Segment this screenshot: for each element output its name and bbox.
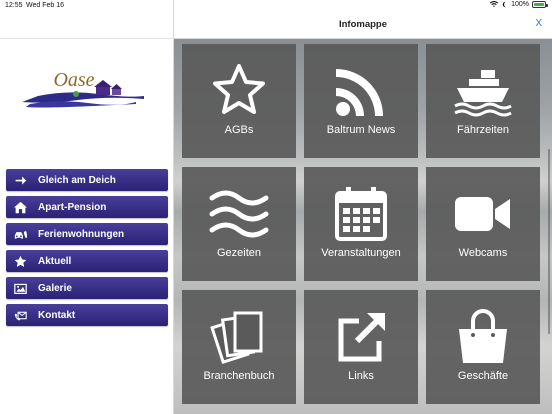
svg-text:Oase: Oase [53, 69, 94, 91]
status-time: 12:55 [5, 2, 23, 9]
ship-icon [454, 70, 512, 117]
shopping-bag-icon [459, 309, 507, 363]
rss-icon [336, 69, 383, 116]
sidebar-item-aktuell[interactable]: Aktuell [6, 250, 168, 272]
battery-fill [534, 3, 544, 6]
tile-label: Branchenbuch [203, 370, 275, 382]
envelope-phone-icon [6, 309, 34, 322]
sidebar-divider [0, 38, 174, 39]
sidebar-item-label: Apart-Pension [38, 201, 107, 213]
calendar-icon [335, 187, 387, 241]
home-icon [6, 201, 34, 214]
sidebar-item-label: Kontakt [38, 309, 76, 321]
tile-label: Webcams [458, 247, 508, 259]
moon-icon [502, 1, 506, 8]
tile-links[interactable]: Links [304, 290, 418, 404]
sidebar-item-ferienwohnungen[interactable]: Ferienwohnungen [6, 223, 168, 245]
tile-branchenbuch[interactable]: Branchenbuch [182, 290, 296, 404]
star-outline-icon [213, 64, 265, 114]
sidebar-item-label: Ferienwohnungen [38, 228, 125, 240]
wifi-icon [490, 1, 499, 7]
arrow-right-icon [6, 174, 34, 187]
scrollbar[interactable] [548, 149, 550, 334]
tile-faehrzeiten[interactable]: Fährzeiten [426, 44, 540, 158]
tile-label: AGBs [224, 124, 254, 136]
sidebar-item-label: Galerie [38, 282, 72, 294]
tile-webcams[interactable]: Webcams [426, 167, 540, 281]
tile-label: Links [348, 370, 374, 382]
page-title: Infomappe [338, 19, 388, 30]
tile-gezeiten[interactable]: Gezeiten [182, 167, 296, 281]
video-camera-icon [455, 197, 510, 231]
tile-geschaefte[interactable]: Geschäfte [426, 290, 540, 404]
tile-label: Fährzeiten [457, 124, 509, 136]
waves-icon [209, 190, 269, 238]
battery-icon [532, 1, 548, 8]
battery-percent: 100% [511, 1, 529, 8]
close-button[interactable]: X [535, 18, 542, 29]
tile-grid: AGBs Baltrum News Fährzeiten Gezeiten Ve… [174, 39, 552, 414]
tile-label: Geschäfte [457, 370, 509, 382]
star-icon [6, 255, 34, 268]
tile-veranstaltungen[interactable]: Veranstaltungen [304, 167, 418, 281]
sidebar-item-label: Aktuell [38, 255, 72, 267]
header: Infomappe X [174, 12, 552, 39]
tile-agbs[interactable]: AGBs [182, 44, 296, 158]
oase-logo: Oase [22, 69, 144, 108]
external-link-icon [338, 313, 385, 362]
status-indicators: 100% [490, 1, 548, 8]
main-panel: Infomappe X AGBs Baltrum News Fährzeiten… [174, 0, 552, 414]
status-date: Wed Feb 16 [26, 2, 65, 9]
sidebar-item-kontakt[interactable]: Kontakt [6, 304, 168, 326]
image-icon [6, 282, 34, 295]
sidebar-item-apart-pension[interactable]: Apart-Pension [6, 196, 168, 218]
pages-icon [210, 311, 263, 365]
sidebar: Oase Gleich am Deich Apart-Pension Ferie… [0, 0, 174, 414]
sidebar-menu: Gleich am Deich Apart-Pension Ferienwohn… [6, 169, 168, 331]
sidebar-item-galerie[interactable]: Galerie [6, 277, 168, 299]
status-bar: 12:55 Wed Feb 16 100% [0, 0, 552, 12]
cars-icon [6, 228, 34, 241]
tile-label: Veranstaltungen [321, 247, 401, 259]
tile-label: Gezeiten [216, 247, 262, 259]
tile-baltrum-news[interactable]: Baltrum News [304, 44, 418, 158]
sidebar-item-label: Gleich am Deich [38, 174, 116, 186]
sidebar-item-gleich-am-deich[interactable]: Gleich am Deich [6, 169, 168, 191]
tile-label: Baltrum News [326, 124, 396, 136]
